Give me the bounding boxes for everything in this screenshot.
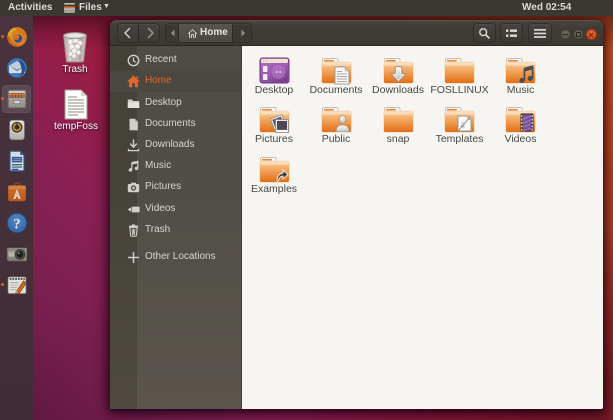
svg-text:?: ? <box>13 216 20 232</box>
